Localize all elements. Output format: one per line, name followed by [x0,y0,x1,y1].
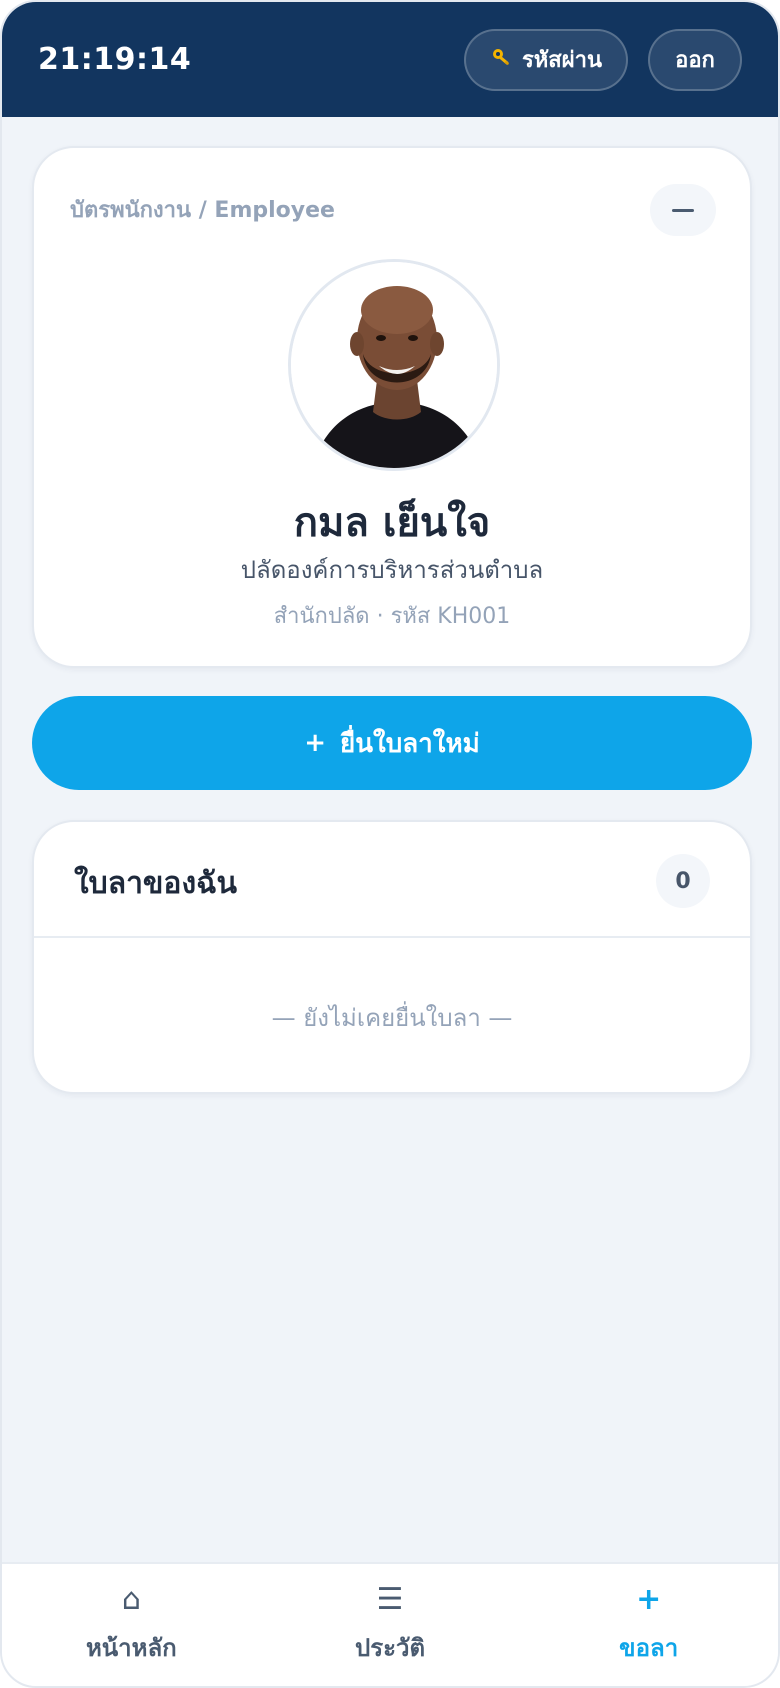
my-leaves-title: ใบลาของฉัน [74,866,238,901]
my-leaves-card: ใบลาของฉัน 0 — ยังไม่เคยยื่นใบลา — [32,820,752,1094]
collapse-card-button[interactable] [650,184,716,236]
key-icon [490,45,514,75]
nav-item-history[interactable]: ☰ ประวัติ [261,1564,520,1686]
change-password-label: รหัสผ่าน [521,48,603,73]
employee-name: กมล เย็นใจ [293,500,491,546]
bottom-nav: ⌂ หน้าหลัก ☰ ประวัติ + ขอลา [2,1562,778,1686]
new-leave-button[interactable]: + ยื่นใบลาใหม่ [32,696,752,790]
top-bar: 21:19:14 รหัสผ่าน ออก [2,2,778,117]
app-screen: 21:19:14 รหัสผ่าน ออก บัตรพนักงาน / Empl… [0,0,780,1688]
home-icon: ⌂ [121,1581,141,1617]
clock: 21:19:14 [38,42,192,77]
change-password-button[interactable]: รหัสผ่าน [464,28,628,91]
plus-icon: + [636,1581,662,1617]
nav-item-request-leave[interactable]: + ขอลา [519,1564,778,1686]
employee-card-label: บัตรพนักงาน / Employee [70,198,335,223]
employee-department-code: สำนักปลัด · รหัส KH001 [273,604,511,629]
nav-item-home[interactable]: ⌂ หน้าหลัก [2,1564,261,1686]
minus-icon [672,208,694,212]
new-leave-label: ยื่นใบลาใหม่ [340,728,480,759]
nav-label-request-leave: ขอลา [619,1633,679,1662]
leave-count-badge: 0 [656,854,710,908]
nav-label-history: ประวัติ [354,1633,426,1662]
logout-button[interactable]: ออก [648,28,742,91]
list-icon: ☰ [376,1581,404,1617]
empty-state-text: — ยังไม่เคยยื่นใบลา — [271,1004,513,1032]
plus-icon: + [304,728,327,758]
top-actions: รหัสผ่าน ออก [464,28,742,91]
employee-position: ปลัดองค์การบริหารส่วนตำบล [240,556,544,584]
employee-card: บัตรพนักงาน / Employee กมล เย็นใจ ปลัดอง… [32,146,752,668]
nav-label-home: หน้าหลัก [85,1633,177,1662]
my-leaves-header: ใบลาของฉัน 0 [34,822,750,938]
employee-avatar [288,259,500,471]
